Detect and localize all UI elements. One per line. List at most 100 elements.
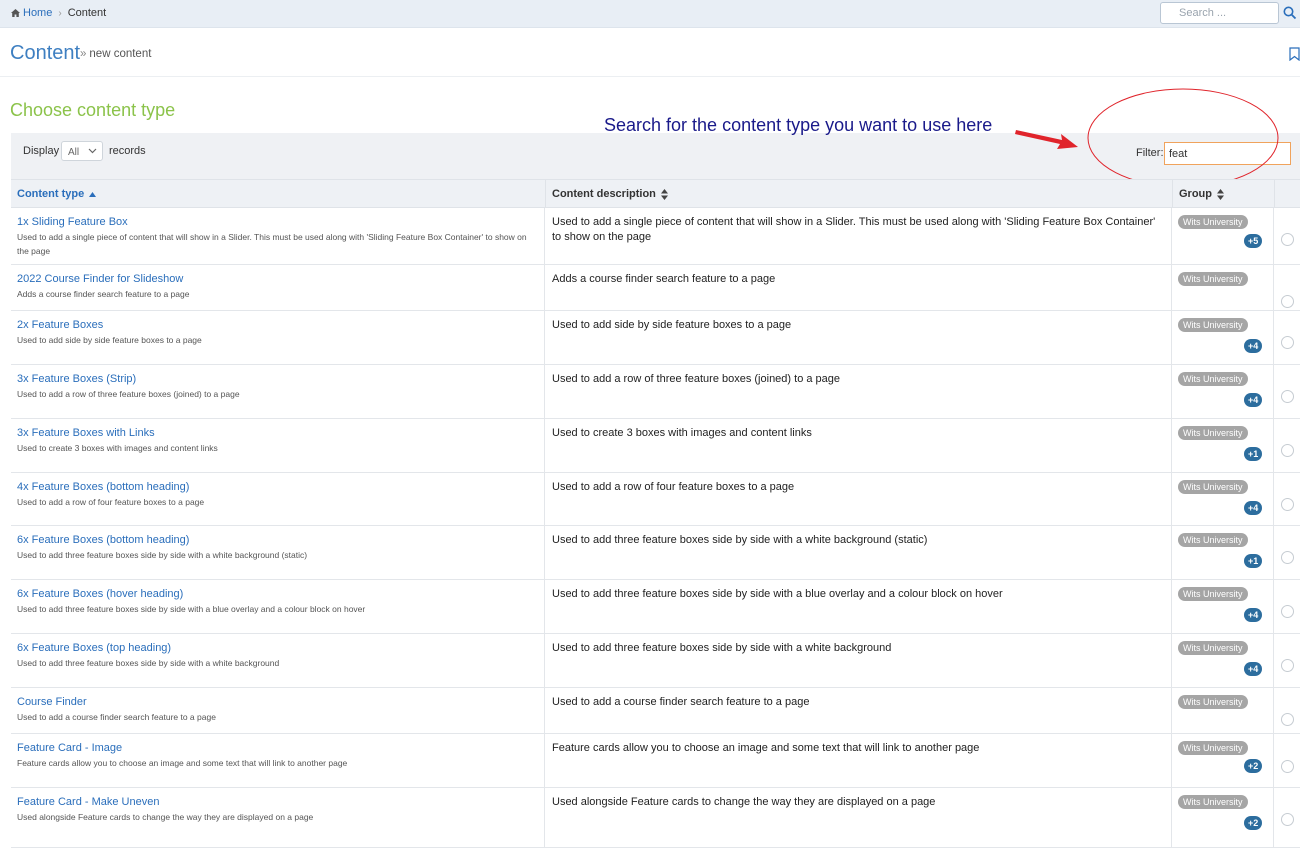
content-type-cell: 4x Feature Boxes (bottom heading) Used to… <box>11 473 545 525</box>
search-input[interactable]: Search ... <box>1160 2 1279 24</box>
content-type-link[interactable]: 4x Feature Boxes (bottom heading) <box>17 480 538 494</box>
select-radio[interactable] <box>1281 233 1294 246</box>
sort-icon <box>660 188 668 200</box>
content-type-summary: Feature cards allow you to choose an ima… <box>17 758 348 768</box>
records-per-page-select[interactable]: All <box>61 141 103 161</box>
content-type-cell: Feature Card - Make Uneven Used alongside… <box>11 788 545 847</box>
more-groups-badge[interactable]: +1 <box>1244 447 1263 461</box>
bookmark-icon[interactable] <box>1289 47 1300 61</box>
more-groups-badge[interactable]: +4 <box>1244 393 1263 407</box>
column-header-description-label: Content description <box>552 188 656 200</box>
content-type-link[interactable]: Feature Card - Image <box>17 741 538 755</box>
sort-ascending-icon <box>89 191 97 197</box>
more-groups-badge[interactable]: +4 <box>1244 608 1263 622</box>
content-type-link[interactable]: 3x Feature Boxes with Links <box>17 426 538 440</box>
table-row[interactable]: Feature Card - Make Uneven Used alongside… <box>11 788 1300 848</box>
select-cell <box>1274 419 1300 472</box>
breadcrumb-home[interactable]: Home <box>11 7 52 19</box>
content-type-link[interactable]: 6x Feature Boxes (top heading) <box>17 641 538 655</box>
content-description-cell: Used to add three feature boxes side by … <box>545 634 1172 687</box>
select-radio[interactable] <box>1281 336 1294 349</box>
content-type-link[interactable]: Feature Card - Make Uneven <box>17 795 538 809</box>
content-type-summary: Used to add three feature boxes side by … <box>17 658 280 668</box>
group-badge: Wits University <box>1178 741 1248 755</box>
select-radio[interactable] <box>1281 605 1294 618</box>
home-icon <box>11 9 20 17</box>
content-type-summary: Used to add three feature boxes side by … <box>17 550 308 560</box>
group-badge: Wits University <box>1178 587 1248 601</box>
column-divider <box>545 180 546 207</box>
more-groups-badge[interactable]: +4 <box>1244 662 1263 676</box>
content-type-summary: Adds a course finder search feature to a… <box>17 289 190 299</box>
content-type-link[interactable]: 3x Feature Boxes (Strip) <box>17 372 538 386</box>
group-badge: Wits University <box>1178 480 1248 494</box>
breadcrumb-current: Content <box>67 7 107 19</box>
table-row[interactable]: 2x Feature Boxes Used to add side by side… <box>11 311 1300 365</box>
select-radio[interactable] <box>1281 498 1294 511</box>
table-row[interactable]: 6x Feature Boxes (bottom heading) Used to… <box>11 526 1300 580</box>
breadcrumb-home-label[interactable]: Home <box>23 7 52 19</box>
page-title: Content <box>10 42 81 64</box>
table-row[interactable]: Feature Card - Image Feature cards allow … <box>11 734 1300 788</box>
more-groups-badge[interactable]: +4 <box>1244 501 1263 515</box>
select-radio[interactable] <box>1281 713 1294 726</box>
select-radio[interactable] <box>1281 551 1294 564</box>
select-radio[interactable] <box>1281 444 1294 457</box>
content-type-summary: Used to add side by side feature boxes t… <box>17 335 202 345</box>
content-type-summary: Used to add a course finder search featu… <box>17 712 216 722</box>
table-row[interactable]: 3x Feature Boxes (Strip) Used to add a ro… <box>11 365 1300 419</box>
select-cell <box>1274 634 1300 687</box>
group-cell: Wits University +1 <box>1172 526 1274 579</box>
group-cell: Wits University +2 <box>1172 788 1274 847</box>
select-radio[interactable] <box>1281 813 1294 826</box>
content-type-link[interactable]: 1x Sliding Feature Box <box>17 215 538 229</box>
chevron-down-icon <box>88 148 97 154</box>
select-radio[interactable] <box>1281 760 1294 773</box>
table-row[interactable]: 3x Feature Boxes with Links Used to creat… <box>11 419 1300 473</box>
table-row[interactable]: 1x Sliding Feature Box Used to add a sing… <box>11 208 1300 265</box>
content-type-cell: 3x Feature Boxes (Strip) Used to add a ro… <box>11 365 545 418</box>
content-type-summary: Used to add a single piece of content th… <box>17 232 527 256</box>
content-type-cell: 2022 Course Finder for Slideshow Adds a c… <box>11 265 545 310</box>
column-header-group[interactable]: Group <box>1179 188 1224 200</box>
divider <box>0 76 1300 77</box>
more-groups-badge[interactable]: +2 <box>1244 759 1263 773</box>
group-cell: Wits University +5 <box>1172 208 1274 264</box>
content-type-summary: Used to create 3 boxes with images and c… <box>17 443 218 453</box>
select-radio[interactable] <box>1281 659 1294 672</box>
content-type-summary: Used to add three feature boxes side by … <box>17 604 366 614</box>
page-subtitle-text: new content <box>89 48 152 60</box>
content-description-cell: Used to add a course finder search featu… <box>545 688 1172 733</box>
content-type-link[interactable]: 2x Feature Boxes <box>17 318 538 332</box>
select-cell <box>1274 311 1300 364</box>
select-radio[interactable] <box>1281 390 1294 403</box>
more-groups-badge[interactable]: +4 <box>1244 339 1263 353</box>
table-row[interactable]: 2022 Course Finder for Slideshow Adds a c… <box>11 265 1300 311</box>
table-row[interactable]: 4x Feature Boxes (bottom heading) Used to… <box>11 473 1300 526</box>
table-row[interactable]: 6x Feature Boxes (top heading) Used to ad… <box>11 634 1300 688</box>
content-type-link[interactable]: 6x Feature Boxes (bottom heading) <box>17 533 538 547</box>
search-icon[interactable] <box>1283 6 1297 20</box>
table-row[interactable]: Course Finder Used to add a course finder… <box>11 688 1300 734</box>
column-header-description[interactable]: Content description <box>552 188 668 200</box>
select-cell <box>1274 526 1300 579</box>
annotation-arrow-icon <box>1015 130 1078 149</box>
group-cell: Wits University <box>1172 265 1274 310</box>
column-header-content-type-label: Content type <box>17 188 85 200</box>
content-type-summary: Used to add a row of three feature boxes… <box>17 389 240 399</box>
content-type-link[interactable]: 6x Feature Boxes (hover heading) <box>17 587 538 601</box>
select-radio[interactable] <box>1281 295 1294 308</box>
column-divider <box>1172 180 1173 207</box>
column-divider <box>1274 180 1275 207</box>
content-type-link[interactable]: Course Finder <box>17 695 538 709</box>
content-description-cell: Used to add a row of four feature boxes … <box>545 473 1172 525</box>
column-header-content-type[interactable]: Content type <box>17 188 97 200</box>
content-description-cell: Used to create 3 boxes with images and c… <box>545 419 1172 472</box>
more-groups-badge[interactable]: +5 <box>1244 234 1263 248</box>
table-row[interactable]: 6x Feature Boxes (hover heading) Used to … <box>11 580 1300 634</box>
group-cell: Wits University +4 <box>1172 473 1274 525</box>
more-groups-badge[interactable]: +2 <box>1244 816 1263 830</box>
group-cell: Wits University +4 <box>1172 311 1274 364</box>
content-type-link[interactable]: 2022 Course Finder for Slideshow <box>17 272 538 286</box>
more-groups-badge[interactable]: +1 <box>1244 554 1263 568</box>
